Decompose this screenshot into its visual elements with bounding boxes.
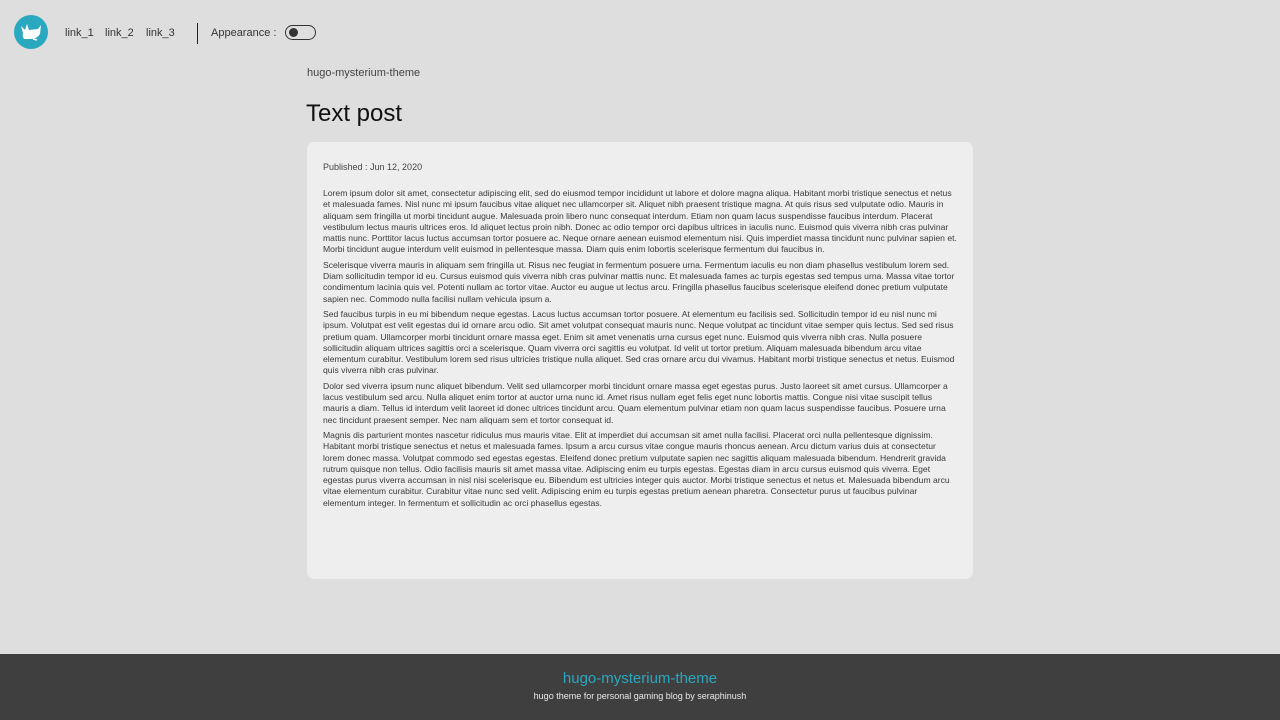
- site-footer: hugo-mysterium-theme hugo theme for pers…: [0, 654, 1280, 720]
- cat-logo-icon: [21, 24, 41, 41]
- nav-link-1[interactable]: link_1: [65, 26, 94, 40]
- post-paragraph: Lorem ipsum dolor sit amet, consectetur …: [323, 188, 957, 255]
- published-date: Published : Jun 12, 2020: [323, 162, 423, 172]
- top-nav: link_1 link_2 link_3 Appearance :: [0, 0, 1280, 66]
- appearance-label: Appearance :: [211, 27, 277, 39]
- site-logo-link[interactable]: [14, 15, 48, 49]
- post-title: Text post: [306, 100, 403, 127]
- post-paragraph: Magnis dis parturient montes nascetur ri…: [323, 429, 950, 508]
- nav-link-3[interactable]: link_3: [146, 26, 175, 40]
- nav-divider: [197, 23, 198, 44]
- footer-title-link[interactable]: hugo-mysterium-theme: [0, 670, 1280, 688]
- post-paragraph: Scelerisque viverra mauris in aliquam se…: [323, 259, 955, 304]
- toggle-knob: [289, 28, 298, 37]
- post-card: Published : Jun 12, 2020 Lorem ipsum dol…: [307, 142, 973, 579]
- site-name-link[interactable]: hugo-mysterium-theme: [307, 67, 420, 80]
- post-paragraph: Dolor sed viverra ipsum nunc aliquet bib…: [323, 380, 948, 425]
- appearance-toggle[interactable]: [285, 25, 316, 40]
- page: link_1 link_2 link_3 Appearance : hugo-m…: [0, 0, 1280, 720]
- footer-subtitle: hugo theme for personal gaming blog by s…: [533, 691, 747, 701]
- post-paragraph: Sed faucibus turpis in eu mi bibendum ne…: [323, 308, 955, 376]
- nav-link-2[interactable]: link_2: [105, 26, 134, 40]
